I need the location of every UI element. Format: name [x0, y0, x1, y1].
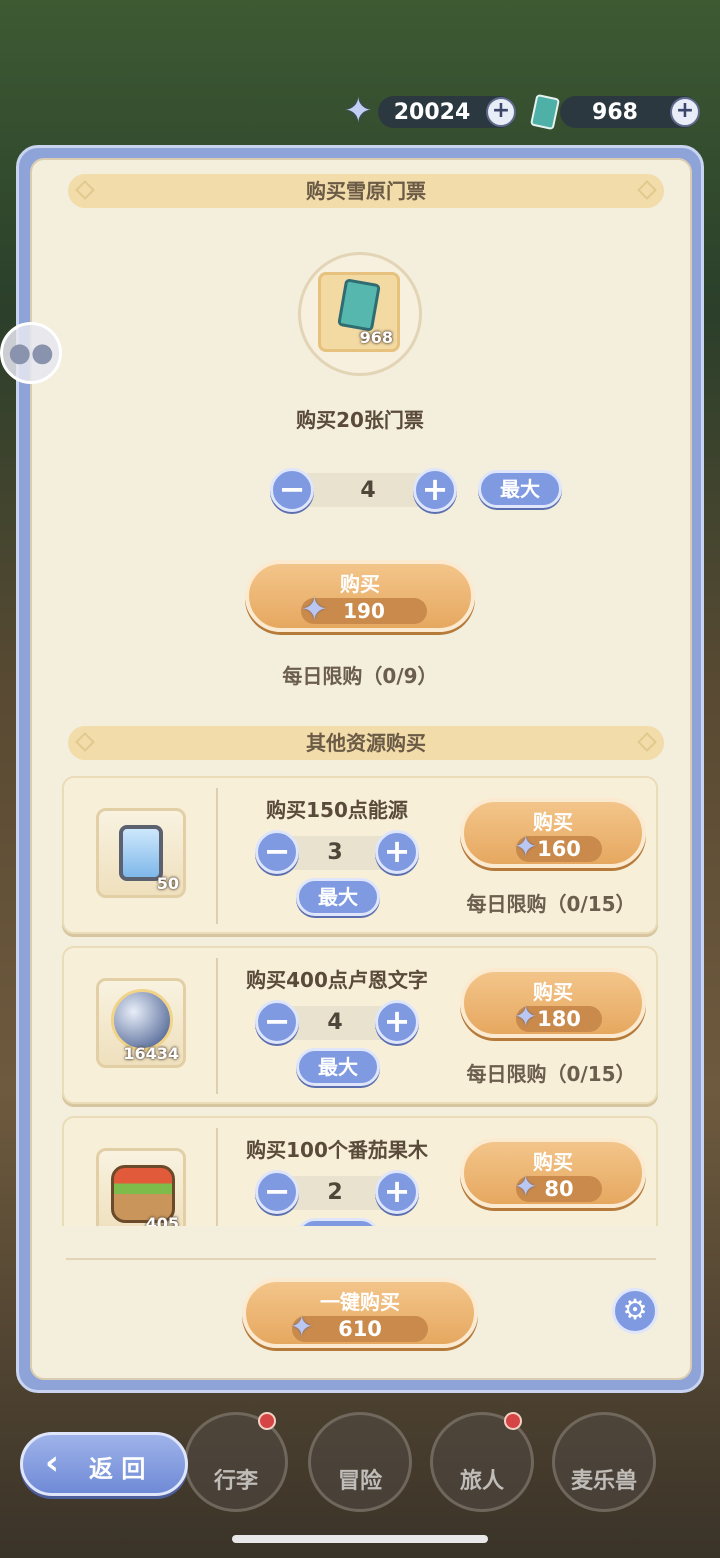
ticket-max-button[interactable]: 最大: [478, 470, 562, 508]
resource-daily-limit: 每日限购（0/15）: [466, 1062, 636, 1086]
ticket-plus-button[interactable]: +: [413, 468, 457, 512]
resource-icon-box: 16434: [96, 978, 186, 1068]
minus-button[interactable]: −: [255, 1000, 299, 1044]
ticket-quantity: 4: [360, 478, 376, 503]
max-button[interactable]: 最大: [296, 1048, 380, 1086]
crystal-star-icon: ✦: [514, 1170, 538, 1203]
home-indicator: [232, 1535, 488, 1543]
plus-button[interactable]: +: [375, 1170, 419, 1214]
resource-title: 购买400点卢恩文字: [246, 968, 428, 992]
ticket-item-icon: 968: [318, 272, 400, 352]
resource-title: 购买150点能源: [266, 798, 408, 822]
nav-label-traveler: 旅人: [459, 1469, 504, 1494]
ticket-counter: 968 +: [560, 96, 700, 128]
max-button[interactable]: [296, 1218, 380, 1226]
add-crystal-button[interactable]: +: [486, 97, 516, 127]
minus-button[interactable]: −: [255, 830, 299, 874]
resource-price: 180: [537, 1007, 581, 1031]
minus-icon: −: [263, 1002, 291, 1040]
crystal-star-icon: ✦: [344, 91, 373, 131]
buy-label: 购买: [533, 810, 573, 834]
traveler-notification-dot: [504, 1412, 522, 1430]
minus-button[interactable]: −: [255, 1170, 299, 1214]
max-button[interactable]: 最大: [296, 878, 380, 916]
ticket-buy-button[interactable]: 购买 190 ✦: [245, 560, 475, 632]
resource-quantity: 3: [327, 840, 343, 865]
back-label: 返 回: [89, 1455, 146, 1483]
resource-price: 160: [537, 837, 581, 861]
other-section-title: 其他资源购买: [306, 731, 426, 755]
resource-count: 16434: [123, 1044, 179, 1063]
ticket-icon: [337, 278, 381, 332]
resource-count: 50: [156, 874, 179, 893]
buy-label: 购买: [533, 1150, 573, 1174]
minus-icon: −: [263, 832, 291, 870]
crystal-star-icon: ✦: [290, 1310, 314, 1343]
back-arrow-icon: ‹: [45, 1443, 60, 1483]
ticket-price: 190: [343, 599, 385, 623]
plus-icon: +: [421, 470, 449, 508]
plus-icon: +: [383, 832, 411, 870]
crystal-star-icon: ✦: [514, 1000, 538, 1033]
nav-label-adventure: 冒险: [337, 1469, 382, 1494]
section-header-ticket: 购买雪原门票: [68, 174, 664, 208]
resource-daily-limit: 每日限购（0/15）: [466, 892, 636, 916]
resource-count: 405: [145, 1214, 179, 1226]
rune-orb-icon: [111, 989, 173, 1051]
ticket-section-title: 购买雪原门票: [306, 179, 426, 203]
resource-buy-button[interactable]: 购买 160 ✦: [460, 798, 646, 868]
resource-quantity: 2: [327, 1180, 343, 1205]
resource-card-energy: 50 购买150点能源 − 3 + 最大 购买 160 ✦ 每日限购（0/15）: [62, 776, 658, 934]
crystal-star-icon: ✦: [514, 830, 538, 863]
plus-icon: +: [383, 1172, 411, 1210]
resource-price: 80: [544, 1177, 574, 1201]
settings-gear-icon[interactable]: ⚙: [612, 1288, 658, 1334]
nav-label-luggage: 行李: [213, 1469, 258, 1494]
back-button[interactable]: ‹ 返 回: [20, 1432, 188, 1496]
plus-icon: +: [383, 1002, 411, 1040]
minus-icon: −: [278, 470, 306, 508]
resource-quantity: 4: [327, 1010, 343, 1035]
resource-title: 购买100个番茄果木: [246, 1138, 428, 1162]
crystal-amount: 20024: [393, 99, 471, 125]
ticket-daily-limit: 每日限购（0/9）: [282, 664, 438, 688]
nav-label-pet: 麦乐兽: [570, 1469, 637, 1494]
buy-all-button[interactable]: 一键购买 610 ✦: [242, 1278, 478, 1348]
resource-card-tomato: 405 购买100个番茄果木 − 2 + 购买 80 ✦: [62, 1116, 658, 1226]
plus-button[interactable]: +: [375, 830, 419, 874]
buy-all-label: 一键购买: [320, 1290, 400, 1314]
resource-icon-box: 405: [96, 1148, 186, 1226]
plus-button[interactable]: +: [375, 1000, 419, 1044]
section-header-other: 其他资源购买: [68, 726, 664, 760]
buy-all-price: 610: [338, 1317, 382, 1341]
ticket-buy-title: 购买20张门票: [296, 408, 424, 432]
minus-icon: −: [263, 1172, 291, 1210]
footer-divider: [66, 1258, 656, 1260]
nav-item-pet[interactable]: 麦乐兽: [552, 1412, 656, 1512]
resource-buy-button[interactable]: 购买 180 ✦: [460, 968, 646, 1038]
ticket-amount: 968: [592, 99, 638, 125]
energy-canister-icon: [119, 825, 163, 881]
chat-icon[interactable]: ●●: [0, 322, 62, 384]
crystal-star-icon: ✦: [301, 590, 328, 628]
ticket-item-count: 968: [359, 328, 393, 347]
resource-icon-box: 50: [96, 808, 186, 898]
crystal-counter: 20024 +: [378, 96, 516, 128]
buy-label: 购买: [533, 980, 573, 1004]
resource-list[interactable]: 50 购买150点能源 − 3 + 最大 购买 160 ✦ 每日限购（0/15）…: [0, 770, 720, 1226]
nav-item-adventure[interactable]: 冒险: [308, 1412, 412, 1512]
resource-buy-button[interactable]: 购买 80 ✦: [460, 1138, 646, 1208]
luggage-notification-dot: [258, 1412, 276, 1430]
ticket-icon: [529, 93, 561, 131]
ticket-buy-label: 购买: [340, 572, 380, 596]
resource-card-rune: 16434 购买400点卢恩文字 − 4 + 最大 购买 180 ✦ 每日限购（…: [62, 946, 658, 1104]
add-ticket-button[interactable]: +: [670, 97, 700, 127]
ticket-minus-button[interactable]: −: [270, 468, 314, 512]
